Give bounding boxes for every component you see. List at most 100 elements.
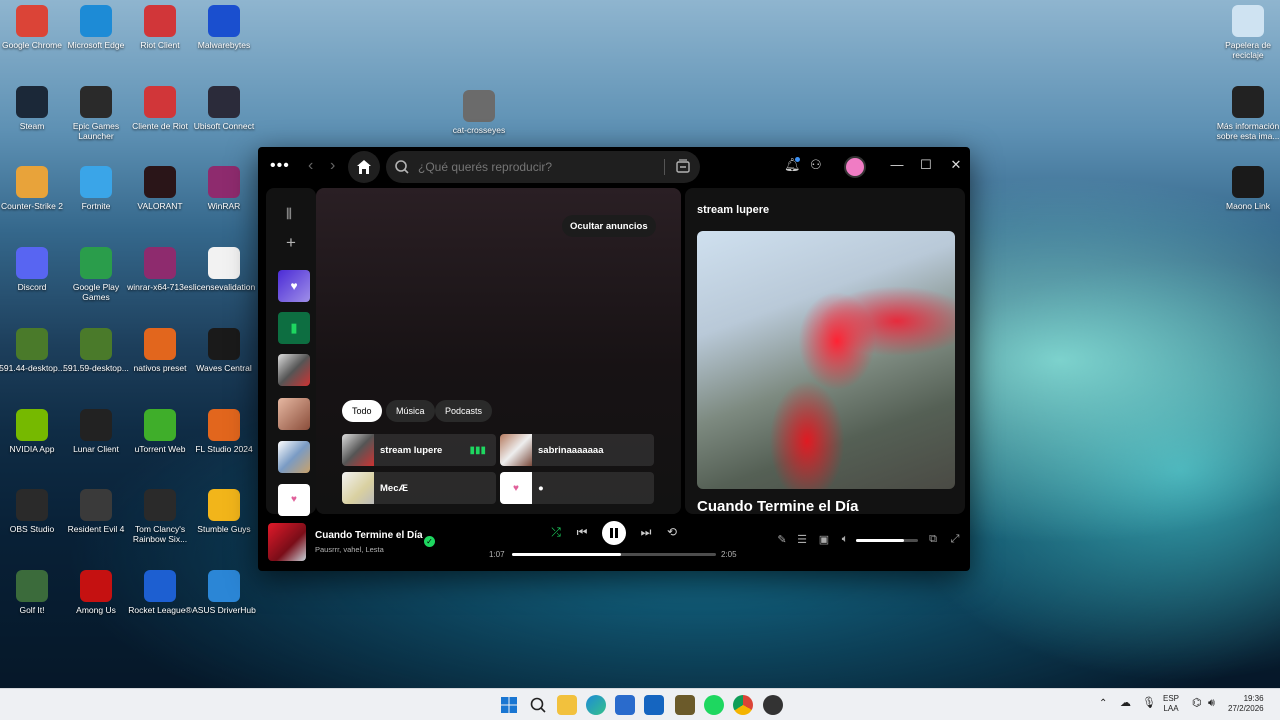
clock[interactable]: 19:36 27/2/2026	[1228, 694, 1264, 714]
desktop-icon[interactable]: VALORANT	[123, 166, 197, 211]
desktop-icon[interactable]: Más información sobre esta ima...	[1211, 86, 1280, 141]
progress-bar[interactable]	[512, 553, 716, 556]
desktop-icon[interactable]: Papelera de reciclaje	[1211, 5, 1280, 60]
hide-ads-button[interactable]: Ocultar anuncios	[562, 215, 656, 237]
panel-title[interactable]: stream lupere	[697, 204, 769, 216]
edge-icon[interactable]	[586, 695, 606, 715]
speaker-icon[interactable]: 🔊︎	[1208, 698, 1215, 709]
now-playing-art[interactable]	[268, 523, 306, 561]
card-heart-playlist[interactable]: ♥ ●	[500, 472, 654, 504]
search-bar[interactable]	[386, 151, 700, 183]
browse-icon[interactable]	[674, 158, 692, 176]
volume-slider[interactable]	[856, 539, 918, 542]
search-icon[interactable]	[528, 695, 548, 715]
close-icon[interactable]: ✕	[949, 157, 963, 173]
desktop-icon[interactable]: FL Studio 2024	[187, 409, 261, 454]
app-icon	[208, 570, 240, 602]
desktop-icon[interactable]: Rocket League®	[123, 570, 197, 615]
lang-top: ESP	[1163, 694, 1180, 703]
chip-podcasts[interactable]: Podcasts	[435, 400, 493, 422]
file-explorer-icon[interactable]	[557, 695, 577, 715]
track-artists[interactable]: Pausrrr, vahel, Lesta	[315, 545, 384, 554]
desktop-icon-label: Golf It!	[19, 605, 45, 615]
desktop-icon[interactable]: ASUS DriverHub	[187, 570, 261, 615]
desktop-icon[interactable]: Tom Clancy's Rainbow Six...	[123, 489, 197, 544]
desktop-icon[interactable]: Epic Games Launcher	[59, 86, 133, 141]
desktop-icon[interactable]: Riot Client	[123, 5, 197, 50]
lyrics-icon[interactable]: ✎	[775, 533, 789, 546]
previous-icon[interactable]: ⏮︎	[574, 525, 590, 540]
desktop-icon[interactable]: WinRAR	[187, 166, 261, 211]
app-icon	[1232, 166, 1264, 198]
playlist-item-3[interactable]	[278, 441, 310, 473]
shuffle-icon[interactable]: ⤮	[548, 525, 564, 540]
friends-icon[interactable]: ⚇	[810, 157, 822, 173]
playlist-item-1[interactable]	[278, 354, 310, 386]
desktop-icon-label: Cliente de Riot	[132, 121, 188, 131]
desktop-icon[interactable]: uTorrent Web	[123, 409, 197, 454]
playlist-item-4[interactable]: ♥	[278, 484, 310, 516]
avatar[interactable]	[844, 156, 866, 178]
obs-icon[interactable]	[763, 695, 783, 715]
desktop-icon[interactable]: Microsoft Edge	[59, 5, 133, 50]
desktop-icon[interactable]: Lunar Client	[59, 409, 133, 454]
app-icon	[16, 5, 48, 37]
minecraft-icon[interactable]	[675, 695, 695, 715]
card-sabrina[interactable]: sabrinaaaaaaa	[500, 434, 654, 466]
desktop-icon[interactable]: Google Play Games	[59, 247, 133, 302]
connect-device-icon[interactable]: ▣	[817, 533, 831, 546]
desktop-icon[interactable]: Resident Evil 4	[59, 489, 133, 534]
playlist-item-2[interactable]	[278, 398, 310, 430]
desktop-icon[interactable]: cat-crosseyes	[442, 90, 516, 135]
back-arrow-icon[interactable]: ‹	[308, 157, 313, 175]
desktop-icon[interactable]: 591.59-desktop...	[59, 328, 133, 373]
desktop-icon[interactable]: Maono Link	[1211, 166, 1280, 211]
saved-check-icon[interactable]: ✓	[424, 536, 435, 547]
search-input[interactable]	[418, 160, 658, 174]
chrome-icon[interactable]	[733, 695, 753, 715]
desktop-icon[interactable]: winrar-x64-713es	[123, 247, 197, 292]
volume-icon[interactable]: 🔈︎	[838, 533, 852, 546]
panel-song-title[interactable]: Cuando Termine el Día	[697, 498, 858, 514]
desktop-icon[interactable]: Waves Central	[187, 328, 261, 373]
desktop-icon[interactable]: nativos preset	[123, 328, 197, 373]
desktop-icon[interactable]: Malwarebytes	[187, 5, 261, 50]
home-button[interactable]	[348, 151, 380, 183]
store-icon[interactable]	[615, 695, 635, 715]
volume-fill	[856, 539, 905, 542]
network-status-icon[interactable]: ☁	[1120, 698, 1131, 709]
wifi-icon[interactable]: ⌬	[1192, 698, 1202, 709]
minimize-icon[interactable]: —	[890, 157, 904, 172]
miniplayer-icon[interactable]: ⧉	[926, 533, 940, 546]
fullscreen-icon[interactable]: ⤢	[948, 533, 962, 546]
library-icon[interactable]: ⫼	[286, 206, 292, 222]
language-indicator[interactable]: ESP LAA	[1163, 694, 1179, 714]
card-stream-lupere[interactable]: stream lupere ▮▮▮	[342, 434, 496, 466]
desktop-icon[interactable]: Fortnite	[59, 166, 133, 211]
desktop-icon-label: 591.59-desktop...	[63, 363, 129, 373]
chip-music[interactable]: Música	[386, 400, 435, 422]
liked-songs-item[interactable]: ♥	[278, 270, 310, 302]
forward-arrow-icon[interactable]: ›	[330, 157, 335, 175]
menu-dots-icon[interactable]: •••	[270, 157, 290, 175]
card-mecae[interactable]: MecÆ	[342, 472, 496, 504]
track-title[interactable]: Cuando Termine el Día	[315, 530, 423, 541]
desktop-icon[interactable]: Stumble Guys	[187, 489, 261, 534]
desktop-icon[interactable]: Among Us	[59, 570, 133, 615]
microphone-icon[interactable]: 🎙︎	[1142, 698, 1156, 709]
pause-button[interactable]	[602, 521, 626, 545]
next-icon[interactable]: ⏭︎	[638, 525, 654, 540]
spotify-icon[interactable]	[704, 695, 724, 715]
outlook-icon[interactable]	[644, 695, 664, 715]
saved-episodes-item[interactable]: ▮	[278, 312, 310, 344]
add-icon[interactable]: +	[286, 233, 296, 253]
chevron-up-icon[interactable]: ⌃	[1099, 699, 1107, 709]
desktop-icon[interactable]: licensevalidation	[187, 247, 261, 292]
chip-all[interactable]: Todo	[342, 400, 382, 422]
repeat-icon[interactable]: ⟲	[664, 525, 680, 539]
start-icon[interactable]	[499, 695, 519, 715]
desktop-icon[interactable]: Cliente de Riot	[123, 86, 197, 131]
desktop-icon[interactable]: Ubisoft Connect	[187, 86, 261, 131]
maximize-icon[interactable]: ☐	[919, 157, 933, 173]
queue-icon[interactable]: ☰	[795, 533, 809, 546]
